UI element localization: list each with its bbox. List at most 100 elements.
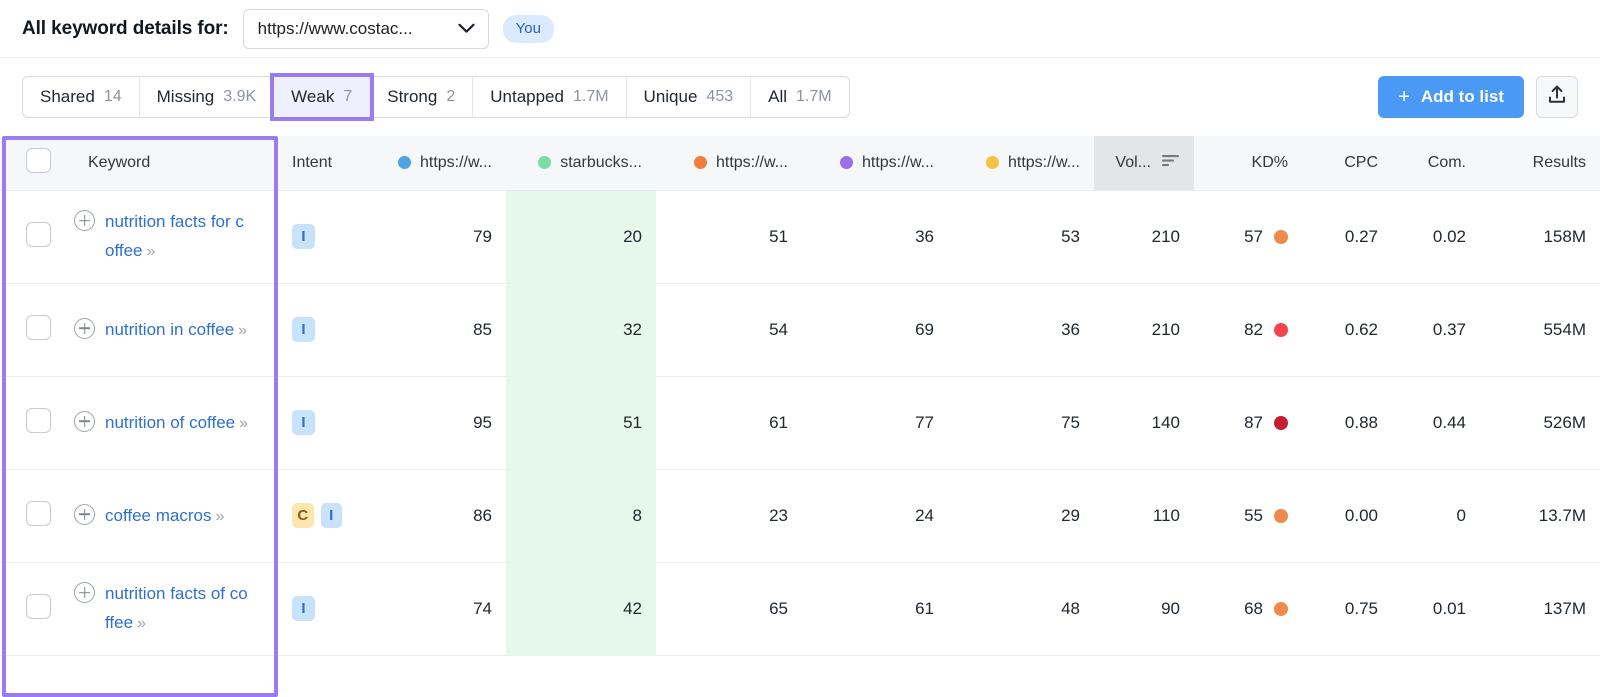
column-header-kd[interactable]: KD% bbox=[1194, 136, 1302, 191]
site3-rank-cell: 61 bbox=[656, 376, 802, 470]
site2-rank-cell: 42 bbox=[506, 562, 656, 656]
kd-value: 82 bbox=[1244, 319, 1263, 339]
export-button[interactable] bbox=[1536, 76, 1578, 118]
filter-bar-actions: + Add to list bbox=[1378, 76, 1578, 118]
column-header-keyword[interactable]: Keyword bbox=[74, 136, 278, 191]
tab-untapped-count: 1.7M bbox=[572, 88, 609, 105]
table-row[interactable]: nutrition facts for coffee» I 79 20 51 3… bbox=[0, 190, 1600, 284]
row-checkbox[interactable] bbox=[26, 407, 51, 433]
row-checkbox[interactable] bbox=[26, 314, 51, 340]
table-body: nutrition facts for coffee» I 79 20 51 3… bbox=[0, 190, 1600, 656]
row-checkbox[interactable] bbox=[26, 221, 51, 247]
sort-descending-icon[interactable] bbox=[1161, 153, 1180, 173]
tab-weak[interactable]: Weak 7 bbox=[270, 73, 375, 121]
site4-color-dot bbox=[839, 156, 853, 170]
column-header-cpc[interactable]: CPC bbox=[1302, 136, 1392, 191]
site3-rank-cell: 23 bbox=[656, 469, 802, 563]
site3-rank-cell: 51 bbox=[656, 190, 802, 284]
keyword-cell: nutrition facts of coffee» bbox=[74, 562, 278, 656]
tab-all[interactable]: All 1.7M bbox=[751, 77, 848, 117]
volume-cell: 110 bbox=[1094, 469, 1194, 563]
column-header-site4[interactable]: https://w... bbox=[802, 136, 948, 191]
intent-cell: I bbox=[278, 562, 356, 656]
keyword-link[interactable]: coffee macros» bbox=[105, 501, 224, 531]
keyword-expand-icon[interactable]: » bbox=[137, 615, 146, 632]
kd-value: 55 bbox=[1244, 505, 1263, 525]
keyword-link[interactable]: nutrition in coffee» bbox=[105, 315, 247, 345]
column-header-site3[interactable]: https://w... bbox=[656, 136, 802, 191]
tab-unique[interactable]: Unique 453 bbox=[627, 77, 752, 117]
site5-rank-cell: 29 bbox=[948, 469, 1094, 563]
column-header-site1[interactable]: https://w... bbox=[356, 136, 506, 191]
column-header-site5[interactable]: https://w... bbox=[948, 136, 1094, 191]
column-header-volume[interactable]: Vol... bbox=[1094, 136, 1194, 191]
site2-color-dot bbox=[538, 156, 552, 170]
cpc-cell: 0.88 bbox=[1302, 376, 1392, 470]
add-keyword-icon[interactable] bbox=[74, 503, 95, 525]
chevron-down-icon bbox=[458, 23, 475, 34]
table-row[interactable]: nutrition of coffee» I 95 51 61 77 75 14… bbox=[0, 376, 1600, 470]
cpc-cell: 0.62 bbox=[1302, 283, 1392, 377]
site5-rank-cell: 53 bbox=[948, 190, 1094, 284]
intent-badge-i[interactable]: I bbox=[320, 503, 342, 528]
keyword-cell: nutrition in coffee» bbox=[74, 283, 278, 377]
tab-strong[interactable]: Strong 2 bbox=[370, 77, 474, 117]
intent-badge-i[interactable]: I bbox=[292, 410, 315, 435]
select-all-checkbox[interactable] bbox=[26, 147, 51, 173]
keyword-expand-icon[interactable]: » bbox=[215, 508, 224, 525]
keyword-link[interactable]: nutrition of coffee» bbox=[105, 408, 248, 438]
table-row[interactable]: nutrition in coffee» I 85 32 54 69 36 21… bbox=[0, 283, 1600, 377]
keyword-expand-icon[interactable]: » bbox=[238, 322, 247, 339]
tab-weak-count: 7 bbox=[343, 88, 353, 105]
column-header-site2[interactable]: starbucks... bbox=[506, 136, 656, 191]
row-select-cell bbox=[0, 376, 74, 470]
cpc-cell: 0.75 bbox=[1302, 562, 1392, 656]
tab-all-label: All bbox=[768, 87, 788, 106]
row-checkbox[interactable] bbox=[26, 500, 51, 526]
tab-shared[interactable]: Shared 14 bbox=[23, 77, 140, 117]
row-select-cell bbox=[0, 469, 74, 563]
tab-shared-label: Shared bbox=[40, 87, 95, 106]
keyword-link[interactable]: nutrition facts of coffee» bbox=[105, 579, 250, 638]
domain-select[interactable]: https://www.costac... bbox=[242, 8, 489, 49]
page-header: All keyword details for: https://www.cos… bbox=[0, 0, 1600, 58]
column-header-site2-label: starbucks... bbox=[560, 153, 642, 171]
add-keyword-icon[interactable] bbox=[74, 210, 95, 232]
tab-shared-count: 14 bbox=[103, 88, 122, 105]
tab-missing-count: 3.9K bbox=[223, 88, 257, 105]
column-header-com[interactable]: Com. bbox=[1392, 136, 1480, 191]
keyword-expand-icon[interactable]: » bbox=[147, 243, 156, 260]
add-keyword-icon[interactable] bbox=[74, 317, 95, 339]
site3-rank-cell: 65 bbox=[656, 562, 802, 656]
site4-rank-cell: 36 bbox=[802, 190, 948, 284]
add-to-list-label: Add to list bbox=[1420, 87, 1504, 106]
keyword-link[interactable]: nutrition facts for coffee» bbox=[105, 207, 250, 266]
tab-missing[interactable]: Missing 3.9K bbox=[140, 77, 275, 117]
site1-rank-cell: 79 bbox=[356, 190, 506, 284]
keyword-expand-icon[interactable]: » bbox=[239, 415, 248, 432]
tab-weak-label: Weak bbox=[291, 87, 335, 106]
results-cell: 13.7M bbox=[1480, 469, 1600, 563]
results-cell: 526M bbox=[1480, 376, 1600, 470]
table-row[interactable]: nutrition facts of coffee» I 74 42 65 61… bbox=[0, 562, 1600, 656]
row-checkbox[interactable] bbox=[26, 593, 51, 619]
add-keyword-icon[interactable] bbox=[74, 582, 95, 604]
add-to-list-button[interactable]: + Add to list bbox=[1378, 76, 1524, 118]
keywords-table: Keyword Intent https://w... starbucks... bbox=[0, 136, 1600, 656]
table-row[interactable]: coffee macros» CI 86 8 23 24 29 110 55 0… bbox=[0, 469, 1600, 563]
intent-badge-i[interactable]: I bbox=[292, 596, 315, 621]
results-cell: 137M bbox=[1480, 562, 1600, 656]
add-keyword-icon[interactable] bbox=[74, 410, 95, 432]
intent-badge-c[interactable]: C bbox=[292, 503, 314, 528]
column-header-intent[interactable]: Intent bbox=[278, 136, 356, 191]
site5-rank-cell: 48 bbox=[948, 562, 1094, 656]
site1-rank-cell: 85 bbox=[356, 283, 506, 377]
intent-badge-i[interactable]: I bbox=[292, 224, 315, 249]
column-header-results[interactable]: Results bbox=[1480, 136, 1600, 191]
site2-rank-cell: 32 bbox=[506, 283, 656, 377]
tab-untapped[interactable]: Untapped 1.7M bbox=[473, 77, 627, 117]
keywords-table-container: Keyword Intent https://w... starbucks... bbox=[0, 136, 1600, 697]
com-cell: 0.02 bbox=[1392, 190, 1480, 284]
cpc-cell: 0.00 bbox=[1302, 469, 1392, 563]
intent-badge-i[interactable]: I bbox=[292, 317, 315, 342]
